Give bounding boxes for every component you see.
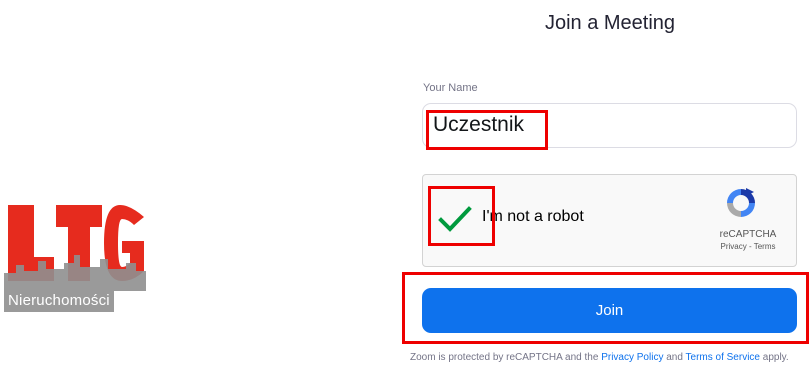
recaptcha-notice: Zoom is protected by reCAPTCHA and the P… <box>410 352 809 363</box>
logo-caption: Nieruchomości <box>4 290 114 312</box>
recaptcha-terms-link[interactable]: Terms <box>754 242 776 251</box>
page-title: Join a Meeting <box>544 12 676 34</box>
footer-text-middle: and <box>663 352 686 363</box>
footer-terms-link[interactable]: Terms of Service <box>686 352 760 363</box>
recaptcha-links-separator: - <box>746 242 754 251</box>
recaptcha-label: I'm not a robot <box>482 208 584 225</box>
footer-privacy-link[interactable]: Privacy Policy <box>601 352 663 363</box>
footer-text-before: Zoom is protected by reCAPTCHA and the <box>410 352 602 363</box>
footer-text-after: apply. <box>759 352 789 363</box>
recaptcha-logo-icon <box>727 188 755 217</box>
highlight-name-value <box>426 110 548 150</box>
name-label: Your Name <box>423 82 478 94</box>
ltg-logo: Nieruchomości <box>4 205 146 312</box>
highlight-join-button <box>402 272 809 344</box>
ltg-logo-graphic <box>4 205 146 291</box>
recaptcha-brand: reCAPTCHA <box>719 229 777 240</box>
recaptcha-links: Privacy - Terms <box>705 242 791 251</box>
recaptcha-privacy-link[interactable]: Privacy <box>721 242 747 251</box>
highlight-checkbox <box>428 186 495 246</box>
